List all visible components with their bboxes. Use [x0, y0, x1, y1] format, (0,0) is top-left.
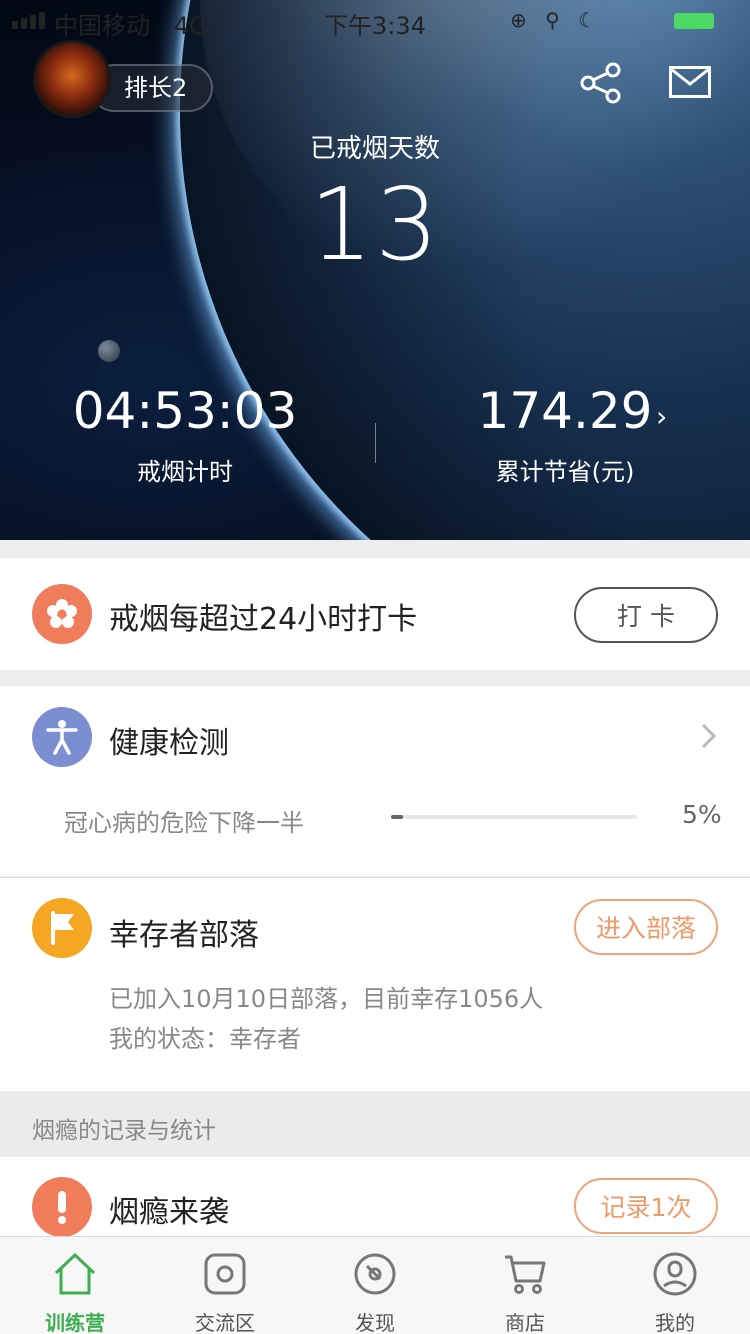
- tab-discover[interactable]: 发现: [300, 1237, 450, 1334]
- home-icon: [54, 1253, 96, 1295]
- tribe-status: 我的状态：幸存者: [109, 1025, 301, 1053]
- exclamation-icon: [32, 1177, 92, 1237]
- tribe-card: 幸存者部落 进入部落 已加入10月10日部落，目前幸存1056人 我的状态：幸存…: [0, 877, 750, 1091]
- flag-icon: [32, 898, 92, 958]
- tab-label: 商店: [505, 1311, 545, 1334]
- cart-icon: [505, 1255, 546, 1294]
- moon: [98, 340, 120, 362]
- tab-bar: 训练营 交流区 发现 商店 我的: [0, 1236, 750, 1334]
- health-progress-percent: 5%: [682, 800, 722, 829]
- username: 排长2: [124, 74, 188, 102]
- stats-divider: [375, 423, 376, 463]
- checkin-button[interactable]: 打 卡: [574, 587, 718, 643]
- tab-label: 发现: [355, 1311, 395, 1334]
- tribe-info: 已加入10月10日部落，目前幸存1056人: [109, 985, 544, 1013]
- hero-header: 中国移动 4G 下午3:34 ⊕ ⚲ ☾ 排长2 已戒烟天数 13 04:53:…: [0, 0, 750, 540]
- quit-days-value: 13: [309, 166, 441, 283]
- tab-label: 训练营: [45, 1311, 105, 1334]
- compass-icon: [354, 1253, 396, 1295]
- avatar[interactable]: [33, 40, 111, 118]
- chevron-right-icon[interactable]: [700, 722, 718, 750]
- tab-community[interactable]: 交流区: [150, 1237, 300, 1334]
- craving-card: 烟瘾来袭 记录1次: [0, 1157, 750, 1237]
- quit-timer-label: 戒烟计时: [137, 458, 233, 486]
- section-title: 烟瘾的记录与统计: [0, 1091, 750, 1157]
- tab-training-camp[interactable]: 训练营: [0, 1237, 150, 1334]
- money-saved-label: 累计节省(元): [495, 458, 635, 486]
- checkin-card: 戒烟每超过24小时打卡 打 卡: [0, 558, 750, 670]
- record-craving-button[interactable]: 记录1次: [574, 1178, 718, 1234]
- checkin-title: 戒烟每超过24小时打卡: [109, 602, 418, 637]
- health-progress-label: 冠心病的危险下降一半: [64, 809, 304, 837]
- tab-label: 我的: [655, 1311, 695, 1334]
- flower-icon: [32, 584, 92, 644]
- status-bar: 中国移动 4G 下午3:34 ⊕ ⚲ ☾: [0, 0, 750, 40]
- quit-days-label: 已戒烟天数: [309, 134, 440, 164]
- money-saved-value[interactable]: 174.29: [460, 380, 670, 442]
- enter-tribe-button[interactable]: 进入部落: [574, 899, 718, 955]
- status-icons: ⊕ ⚲ ☾: [510, 8, 603, 32]
- tab-label: 交流区: [195, 1311, 255, 1334]
- share-icon[interactable]: [580, 62, 622, 104]
- person-icon: [32, 707, 92, 767]
- mail-icon[interactable]: [669, 66, 711, 98]
- tribe-title: 幸存者部落: [109, 918, 259, 953]
- camera-icon: [204, 1253, 246, 1295]
- battery-icon: [674, 13, 714, 29]
- craving-title: 烟瘾来袭: [109, 1195, 229, 1230]
- status-time: 下午3:34: [324, 12, 426, 40]
- chevron-right-icon[interactable]: ›: [656, 400, 667, 433]
- health-card[interactable]: 健康检测 冠心病的危险下降一半 5%: [0, 686, 750, 876]
- health-progress-bar: [391, 815, 637, 819]
- user-icon: [653, 1252, 697, 1296]
- health-progress-fill: [391, 815, 404, 819]
- tab-mine[interactable]: 我的: [600, 1237, 750, 1334]
- app-screen: 中国移动 4G 下午3:34 ⊕ ⚲ ☾ 排长2 已戒烟天数 13 04:53:…: [0, 0, 750, 1334]
- health-title: 健康检测: [109, 726, 229, 761]
- quit-timer-value: 04:53:03: [72, 382, 298, 440]
- tab-shop[interactable]: 商店: [450, 1237, 600, 1334]
